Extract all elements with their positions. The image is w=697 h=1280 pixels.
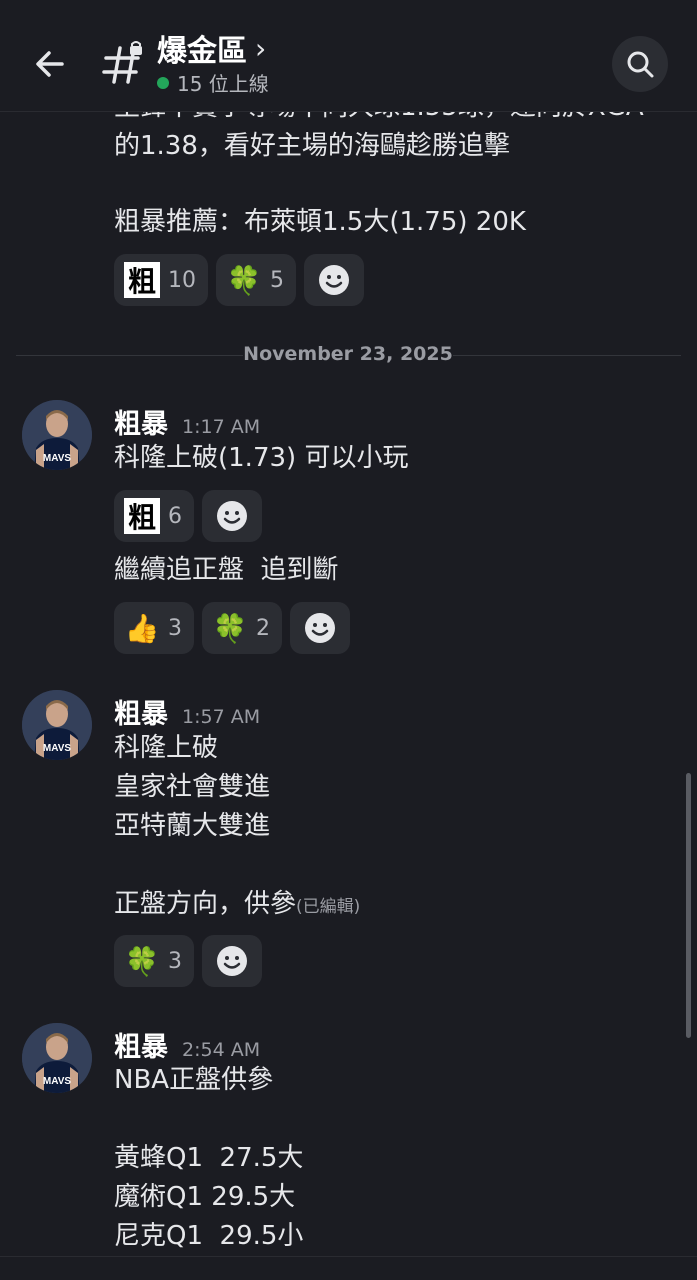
reaction-clover[interactable]: 🍀 3 (114, 935, 194, 987)
online-count: 15 位上線 (177, 72, 269, 96)
cu-custom-emoji-icon: 粗 (124, 498, 160, 534)
message-text: 黃蜂Q1 27.5大 (114, 1143, 304, 1173)
reaction-clover[interactable]: 🍀 2 (202, 602, 282, 654)
smiley-face-icon (319, 265, 349, 295)
chevron-right-icon: › (255, 31, 267, 65)
search-icon (627, 51, 654, 78)
message-text: 的1.38，看好主場的海鷗趁勝追擊 (114, 131, 510, 161)
locked-hashtag-icon (100, 40, 148, 88)
smiley-face-icon (217, 946, 247, 976)
clover-emoji-icon: 🍀 (212, 611, 248, 645)
bottom-bar (0, 1256, 697, 1280)
timestamp: 2:54 AM (182, 1039, 261, 1061)
message-header: 粗暴 1:57 AM (114, 692, 260, 731)
avatar[interactable]: MAVS (22, 690, 92, 760)
reaction-clover[interactable]: 🍀 5 (216, 254, 296, 306)
reaction-count: 10 (168, 267, 196, 293)
timestamp: 1:57 AM (182, 706, 261, 728)
message-header: 粗暴 1:17 AM (114, 402, 260, 441)
message-text: 粗暴推薦：布萊頓1.5大(1.75) 20K (114, 207, 526, 237)
message-text: 科隆上破(1.73) 可以小玩 (114, 443, 409, 473)
message-text: NBA正盤供參 (114, 1065, 274, 1095)
add-reaction-button[interactable] (290, 602, 350, 654)
reaction-thumbs-up[interactable]: 👍 3 (114, 602, 194, 654)
reaction-count: 2 (256, 615, 270, 641)
channel-header: 爆金區 › 15 位上線 (0, 0, 697, 112)
reaction-count: 5 (270, 267, 284, 293)
svg-text:MAVS: MAVS (43, 453, 71, 464)
message-text: 魔術Q1 29.5大 (114, 1182, 296, 1212)
author-name[interactable]: 粗暴 (114, 1025, 168, 1064)
message-text: 科隆上破 (114, 733, 219, 763)
message-text: 正盤方向，供參(已編輯) (114, 885, 360, 927)
avatar-image: MAVS (22, 690, 92, 760)
avatar[interactable]: MAVS (22, 400, 92, 470)
message-text: 繼續追正盤 追到斷 (114, 555, 339, 585)
channel-name: 爆金區 (157, 34, 247, 69)
reaction-count: 3 (168, 948, 182, 974)
timestamp: 1:17 AM (182, 416, 261, 438)
edited-label: (已編輯) (296, 897, 361, 917)
message-text-line: 正盤方向，供參 (114, 889, 297, 919)
cu-custom-emoji-icon: 粗 (124, 262, 160, 298)
avatar[interactable]: MAVS (22, 1023, 92, 1093)
svg-text:MAVS: MAVS (43, 1076, 71, 1087)
search-button[interactable] (612, 36, 668, 92)
add-reaction-button[interactable] (202, 935, 262, 987)
clover-emoji-icon: 🍀 (226, 263, 262, 297)
message-feed[interactable]: 主鋒不賣予導場不同大球1.55球，運向於XGA 的1.38，看好主場的海鷗趁勝追… (0, 0, 697, 1280)
svg-text:MAVS: MAVS (43, 743, 71, 754)
arrow-left-icon (36, 51, 64, 77)
reaction-bar: 🍀 3 (114, 935, 262, 987)
author-name[interactable]: 粗暴 (114, 402, 168, 441)
channel-title[interactable]: 爆金區 › (157, 26, 266, 70)
reaction-cu[interactable]: 粗 6 (114, 490, 194, 542)
clover-emoji-icon: 🍀 (124, 944, 160, 978)
avatar-image: MAVS (22, 400, 92, 470)
smiley-face-icon (217, 501, 247, 531)
online-status: 15 位上線 (157, 68, 269, 97)
reaction-bar: 粗 6 (114, 490, 262, 542)
reaction-count: 6 (168, 503, 182, 529)
scrollbar[interactable] (686, 773, 691, 1038)
smiley-face-icon (305, 613, 335, 643)
date-divider: November 23, 2025 (243, 343, 453, 365)
message-text: 尼克Q1 29.5小 (114, 1221, 304, 1251)
message-text: 皇家社會雙進 (114, 772, 271, 802)
reaction-bar: 粗 10 🍀 5 (114, 254, 364, 306)
avatar-image: MAVS (22, 1023, 92, 1093)
reaction-count: 3 (168, 615, 182, 641)
message-header: 粗暴 2:54 AM (114, 1025, 260, 1064)
reaction-cu[interactable]: 粗 10 (114, 254, 208, 306)
reaction-bar: 👍 3 🍀 2 (114, 602, 350, 654)
add-reaction-button[interactable] (202, 490, 262, 542)
message-text: 亞特蘭大雙進 (114, 811, 271, 841)
back-button[interactable] (26, 40, 74, 88)
add-reaction-button[interactable] (304, 254, 364, 306)
author-name[interactable]: 粗暴 (114, 692, 168, 731)
thumbs-up-emoji-icon: 👍 (124, 611, 160, 645)
online-dot-icon (157, 76, 169, 89)
